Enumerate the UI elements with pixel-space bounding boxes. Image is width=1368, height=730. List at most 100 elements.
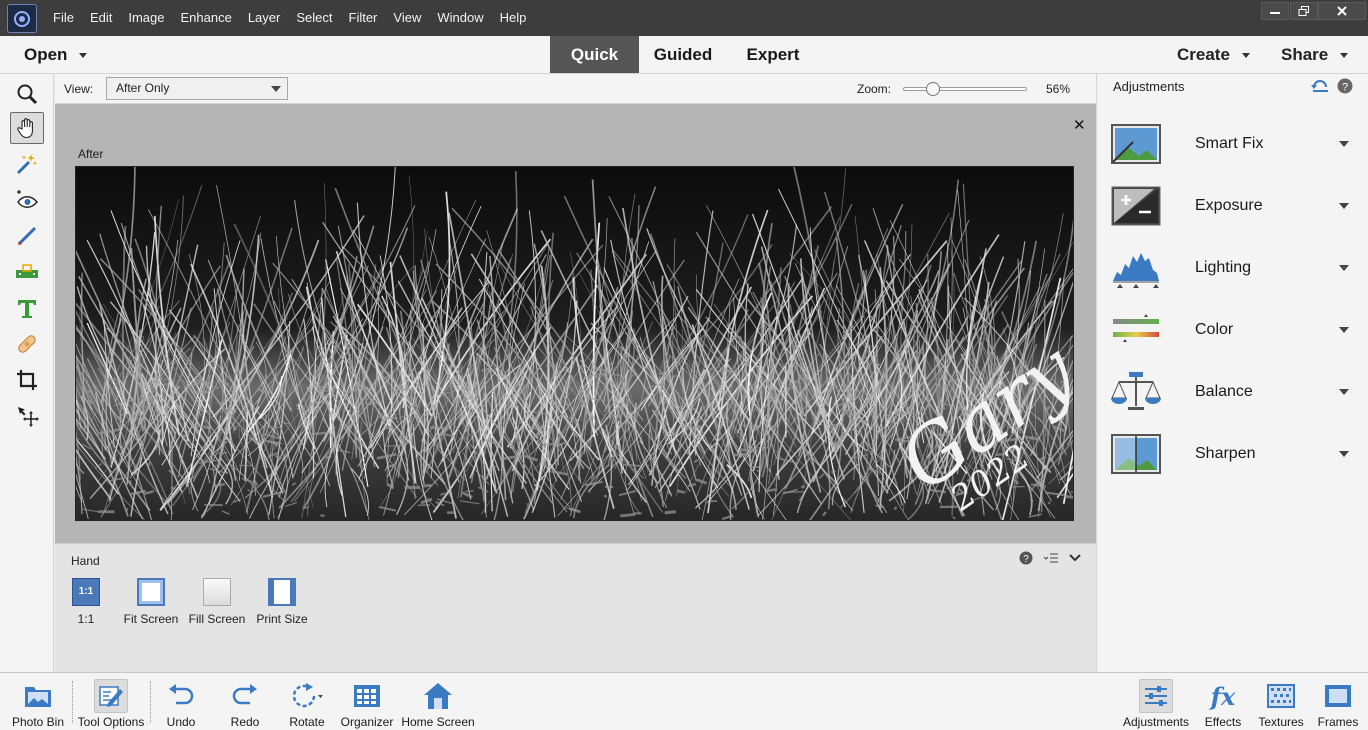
chevron-down-icon xyxy=(1339,451,1349,457)
fill-screen-icon xyxy=(203,578,231,606)
adjustment-color[interactable]: Color xyxy=(1109,306,1359,356)
app-window: File Edit Image Enhance Layer Select Fil… xyxy=(0,0,1368,730)
home-screen-button[interactable]: Home Screen xyxy=(400,673,476,730)
create-button[interactable]: Create xyxy=(1177,36,1250,74)
actual-pixels-button[interactable]: 1:1 1:1 xyxy=(71,578,101,626)
print-size-label: Print Size xyxy=(256,612,308,626)
close-icon[interactable]: ✕ xyxy=(1073,116,1086,134)
zoom-slider[interactable] xyxy=(903,82,1027,96)
ground-stroke xyxy=(1063,494,1073,499)
home-icon xyxy=(421,679,455,713)
menu-edit[interactable]: Edit xyxy=(82,0,120,36)
ground-stroke xyxy=(397,388,416,392)
crop-icon xyxy=(17,370,37,390)
photo-bin-icon xyxy=(21,679,55,713)
organizer-label: Organizer xyxy=(340,715,394,729)
adjustment-smart-fix[interactable]: Smart Fix xyxy=(1109,120,1359,170)
menu-window[interactable]: Window xyxy=(429,0,491,36)
photo-bin-button[interactable]: Photo Bin xyxy=(6,673,70,730)
share-button[interactable]: Share xyxy=(1281,36,1349,74)
move-tool[interactable] xyxy=(10,400,44,432)
zoom-slider-handle[interactable] xyxy=(925,82,940,96)
menu-enhance[interactable]: Enhance xyxy=(173,0,240,36)
rotate-icon xyxy=(290,679,324,713)
redo-button[interactable]: Redo xyxy=(220,673,270,730)
zoom-label: Zoom: xyxy=(857,82,892,96)
title-bar: File Edit Image Enhance Layer Select Fil… xyxy=(0,0,1368,36)
collapse-chevron-icon[interactable] xyxy=(1069,553,1081,563)
quick-selection-tool[interactable] xyxy=(10,148,44,180)
ground-stroke xyxy=(264,426,283,429)
after-label: After xyxy=(78,147,104,161)
tab-expert[interactable]: Expert xyxy=(735,36,811,73)
ground-stroke xyxy=(603,494,608,498)
effects-button[interactable]: fx Effects xyxy=(1200,673,1246,730)
photo-canvas[interactable]: Gary 2022 xyxy=(75,166,1074,521)
reset-icon[interactable] xyxy=(1310,78,1330,94)
view-options-bar: View: After Only Zoom: 56% xyxy=(55,74,1096,104)
adjustment-sharpen[interactable]: Sharpen xyxy=(1109,430,1359,480)
share-label: Share xyxy=(1281,45,1329,64)
help-icon[interactable]: ? xyxy=(1019,551,1033,565)
spot-healing-tool[interactable] xyxy=(10,328,44,360)
ground-stroke xyxy=(530,425,545,431)
redo-icon xyxy=(228,679,262,713)
tab-guided[interactable]: Guided xyxy=(645,36,721,73)
frames-button[interactable]: Frames xyxy=(1314,673,1362,730)
menu-file[interactable]: File xyxy=(45,0,82,36)
help-icon[interactable]: ? xyxy=(1337,78,1353,94)
red-eye-tool[interactable] xyxy=(10,184,44,216)
undo-button[interactable]: Undo xyxy=(156,673,206,730)
adjustments-panel-button[interactable]: Adjustments xyxy=(1120,673,1192,730)
adjustment-balance[interactable]: Balance xyxy=(1109,368,1359,418)
ground-stroke xyxy=(153,380,158,385)
straighten-tool[interactable] xyxy=(10,256,44,288)
ground-stroke xyxy=(417,504,431,507)
menu-filter[interactable]: Filter xyxy=(341,0,386,36)
menu-image[interactable]: Image xyxy=(120,0,172,36)
separator xyxy=(150,681,151,723)
adjustments-title: Adjustments xyxy=(1113,79,1185,94)
chevron-down-icon xyxy=(1339,327,1349,333)
menu-view[interactable]: View xyxy=(385,0,429,36)
type-icon xyxy=(18,300,36,318)
whiten-teeth-tool[interactable] xyxy=(10,220,44,252)
adjustment-lighting[interactable]: Lighting xyxy=(1109,244,1359,294)
menu-select[interactable]: Select xyxy=(288,0,340,36)
minimize-button[interactable] xyxy=(1261,2,1289,20)
hand-tool[interactable] xyxy=(10,112,44,144)
tool-options-button[interactable]: Tool Options xyxy=(74,673,148,730)
rotate-button[interactable]: Rotate xyxy=(282,673,332,730)
bandage-icon xyxy=(18,335,36,353)
zoom-tool[interactable] xyxy=(10,78,44,110)
open-button[interactable]: Open xyxy=(24,36,88,74)
adjustment-exposure[interactable]: Exposure xyxy=(1109,182,1359,232)
restore-button[interactable] xyxy=(1290,2,1318,20)
eye-icon xyxy=(17,190,38,208)
textures-button[interactable]: Textures xyxy=(1254,673,1308,730)
fit-screen-button[interactable]: Fit Screen xyxy=(123,578,179,626)
print-size-button[interactable]: Print Size xyxy=(255,578,309,626)
fit-screen-icon xyxy=(137,578,165,606)
organizer-button[interactable]: Organizer xyxy=(338,673,396,730)
menu-help[interactable]: Help xyxy=(492,0,535,36)
redo-label: Redo xyxy=(230,715,260,729)
brush-icon xyxy=(17,226,37,246)
ground-stroke xyxy=(169,440,173,445)
tab-quick[interactable]: Quick xyxy=(550,36,639,73)
close-window-button[interactable] xyxy=(1318,2,1366,20)
actual-pixels-label: 1:1 xyxy=(77,612,95,626)
fill-screen-button[interactable]: Fill Screen xyxy=(188,578,246,626)
menu-layer[interactable]: Layer xyxy=(240,0,289,36)
view-select[interactable]: After Only xyxy=(106,77,288,100)
histogram-icon xyxy=(1113,253,1159,288)
tool-options-icon xyxy=(94,679,128,713)
options-menu-icon[interactable] xyxy=(1043,552,1059,564)
crop-tool[interactable] xyxy=(10,364,44,396)
type-tool[interactable] xyxy=(10,292,44,324)
chevron-down-icon xyxy=(1339,265,1349,271)
tool-options-controls: ? xyxy=(1019,551,1081,565)
ground-stroke xyxy=(742,424,761,428)
ground-stroke xyxy=(87,389,94,394)
close-icon xyxy=(1337,6,1347,16)
